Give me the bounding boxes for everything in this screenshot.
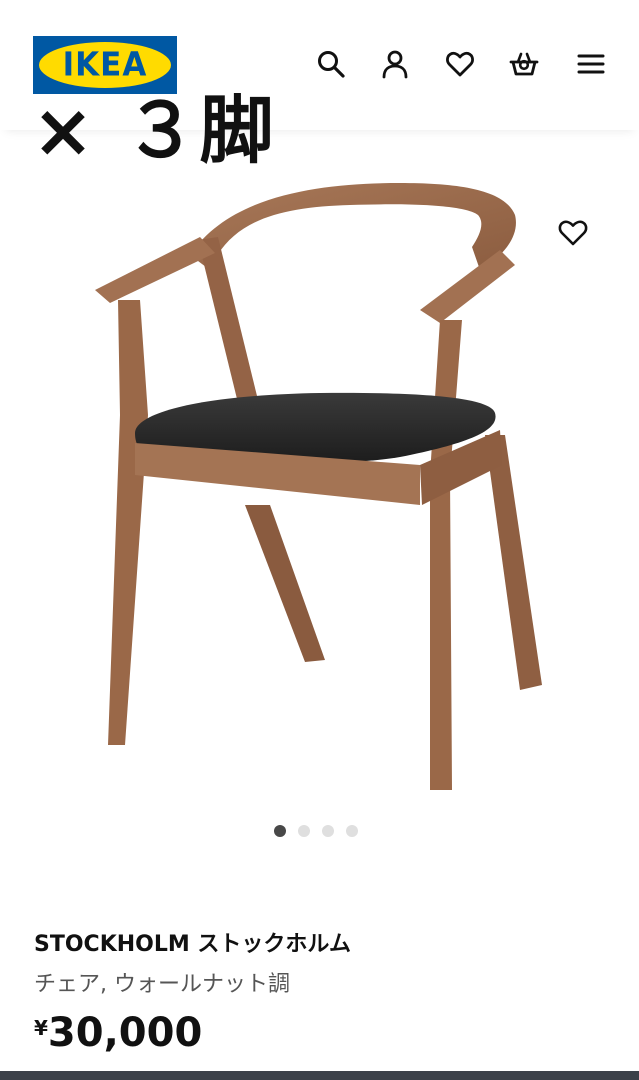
carousel-dot[interactable] bbox=[298, 825, 310, 837]
image-carousel-dots bbox=[274, 825, 358, 837]
price-amount: 30,000 bbox=[47, 1010, 203, 1056]
cart-icon[interactable] bbox=[509, 49, 539, 79]
price-currency: ¥ bbox=[34, 1016, 48, 1040]
logo-oval: IKEA bbox=[39, 42, 171, 88]
product-description: チェア, ウォールナット調 bbox=[34, 972, 290, 997]
carousel-dot[interactable] bbox=[274, 825, 286, 837]
bottom-bar bbox=[0, 1071, 639, 1080]
quantity-overlay-text: × ３脚 bbox=[32, 88, 276, 174]
menu-icon[interactable] bbox=[576, 49, 606, 79]
product-price: ¥30,000 bbox=[34, 1010, 202, 1056]
account-icon[interactable] bbox=[380, 49, 410, 79]
product-image-chair[interactable] bbox=[80, 175, 560, 805]
carousel-dot[interactable] bbox=[346, 825, 358, 837]
logo-text: IKEA bbox=[62, 46, 148, 84]
favourite-heart-icon[interactable] bbox=[557, 217, 589, 247]
heart-icon[interactable] bbox=[445, 49, 475, 79]
carousel-dot[interactable] bbox=[322, 825, 334, 837]
search-icon[interactable] bbox=[316, 49, 346, 79]
product-name: STOCKHOLM ストックホルム bbox=[34, 932, 351, 957]
